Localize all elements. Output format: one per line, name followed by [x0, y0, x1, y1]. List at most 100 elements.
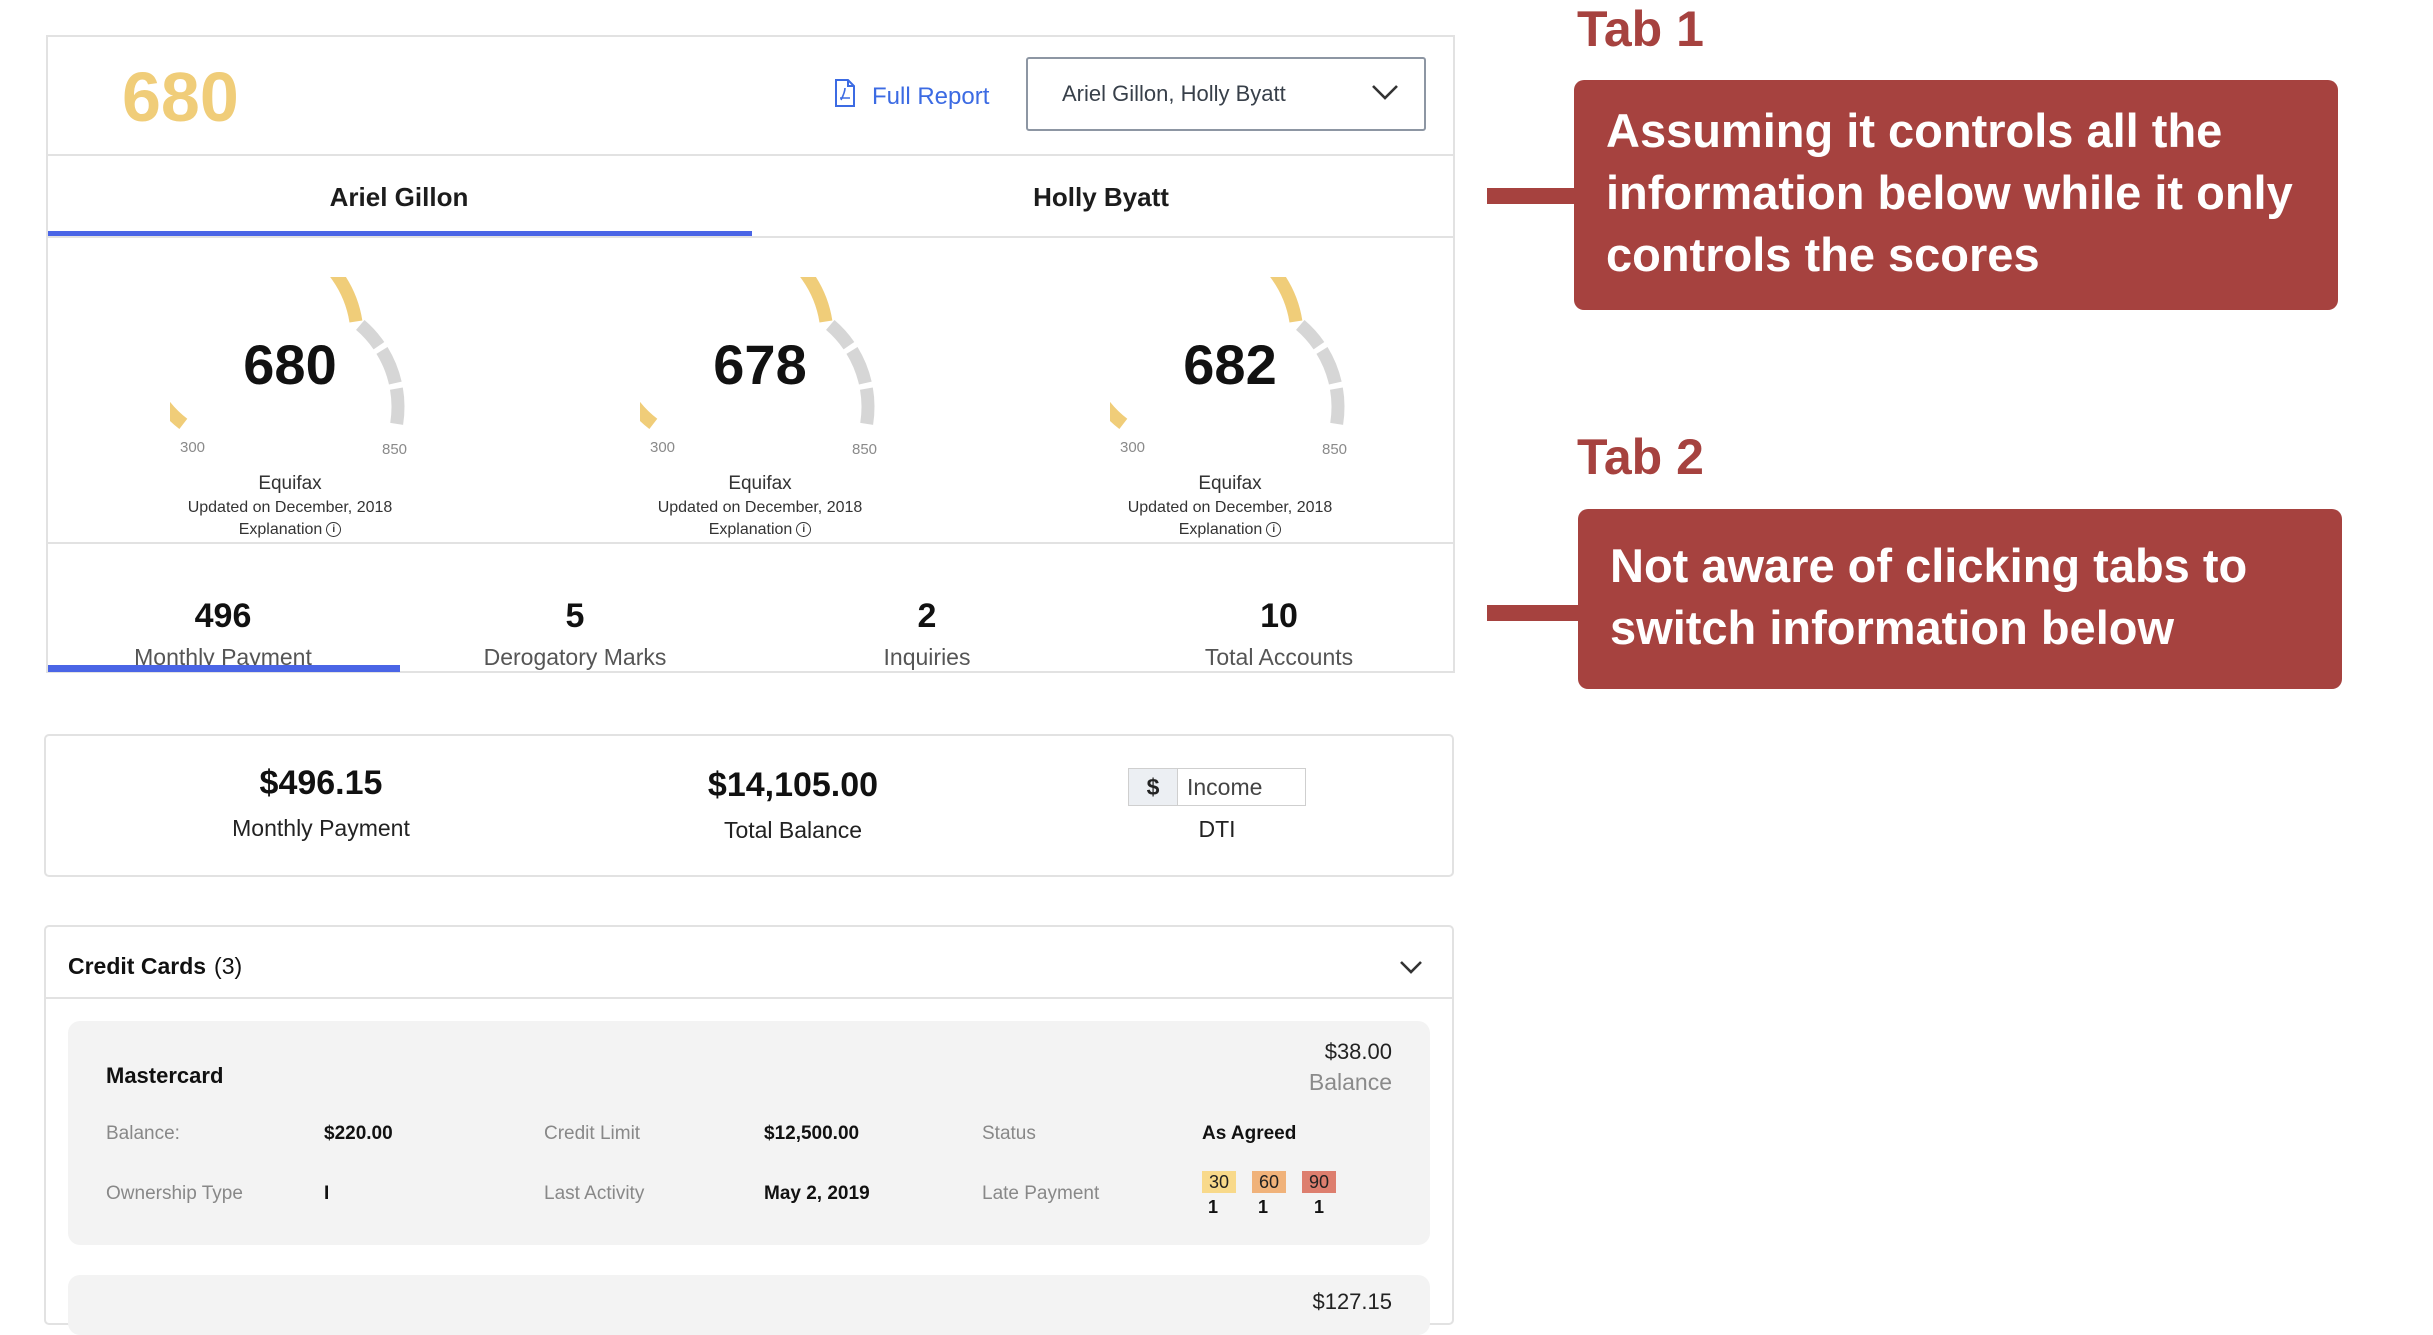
account-balance-value: $38.00 [1324, 1039, 1392, 1064]
overall-score: 680 [122, 58, 239, 136]
tab-holly-byatt[interactable]: Holly Byatt [750, 157, 1452, 237]
field-label: Last Activity [544, 1183, 645, 1204]
stat-value: 2 [917, 597, 937, 635]
late-badge-60: 60 [1252, 1171, 1286, 1193]
divider [48, 154, 1453, 156]
active-stat-indicator [48, 665, 400, 672]
income-field[interactable]: $ Income [1128, 768, 1306, 806]
gauge-min: 300 [1120, 439, 1146, 456]
annotation-title: Tab 1 [1577, 1, 1704, 57]
credit-cards-header[interactable]: Credit Cards (3) [68, 953, 242, 980]
explanation-label: Explanation [1178, 521, 1263, 538]
applicant-select[interactable]: Ariel Gillon, Holly Byatt [1026, 57, 1426, 131]
late-count: 1 [1313, 1197, 1324, 1217]
annotation-box: Not aware of clicking tabs to switch inf… [1578, 509, 2342, 689]
field-value: $220.00 [324, 1123, 393, 1144]
info-icon: i [326, 522, 342, 538]
tab-ariel-gillon[interactable]: Ariel Gillon [48, 157, 750, 237]
summary-label: Monthly Payment [232, 815, 410, 841]
field-label: Late Payment [982, 1183, 1100, 1204]
summary-card: $496.15 Monthly Payment $14,105.00 Total… [44, 734, 1454, 877]
field-value: May 2, 2019 [764, 1183, 870, 1204]
gauge-max: 850 [382, 441, 408, 458]
stat-label: Derogatory Marks [483, 644, 667, 670]
explanation-label: Explanation [708, 521, 793, 538]
gauge-min: 300 [650, 439, 676, 456]
applicant-select-value: Ariel Gillon, Holly Byatt [1062, 81, 1286, 106]
divider [48, 236, 1453, 238]
account-balance-label: Balance [1308, 1069, 1392, 1095]
gauge-max: 850 [1322, 441, 1348, 458]
section-count: (3) [214, 953, 243, 979]
tab-label: Ariel Gillon [329, 181, 469, 212]
stat-tab-derogatory-marks[interactable]: 5 Derogatory Marks [400, 597, 750, 671]
dti-label: DTI [1198, 816, 1236, 842]
annotation-connector [1487, 605, 1579, 621]
gauge-bureau: Equifax [258, 473, 322, 494]
field-label: Ownership Type [106, 1183, 243, 1204]
annotation-box: Assuming it controls all the information… [1574, 80, 2338, 310]
explanation-label: Explanation [238, 521, 323, 538]
account-balance-value: $127.15 [1312, 1289, 1392, 1314]
score-card: 680 Full Report Ariel Gillon, Holly Byat… [46, 35, 1455, 673]
stat-label: Total Accounts [1204, 644, 1354, 670]
field-value: I [324, 1183, 330, 1204]
full-report-label: Full Report [872, 82, 990, 110]
gauge-min: 300 [180, 439, 206, 456]
gauge-max: 850 [852, 441, 878, 458]
credit-cards-section: Credit Cards (3) Mastercard $38.00 Balanc… [44, 925, 1454, 1335]
annotation-title: Tab 2 [1577, 429, 1704, 485]
score-gauge-3: 682 300 850 Equifax Updated on December,… [1110, 277, 1410, 557]
field-label: Credit Limit [544, 1123, 641, 1144]
chevron-down-icon[interactable] [1398, 959, 1424, 975]
score-gauge-2: 678 300 850 Equifax Updated on December,… [640, 277, 940, 557]
tab-label: Holly Byatt [1033, 181, 1169, 212]
info-icon: i [1266, 522, 1282, 538]
pdf-file-icon [834, 79, 856, 114]
full-report-link[interactable]: Full Report [834, 79, 989, 114]
summary-label: Total Balance [723, 817, 863, 843]
late-count: 1 [1257, 1197, 1268, 1217]
summary-value: $496.15 [259, 764, 383, 802]
stat-value: 496 [194, 597, 252, 635]
annotation-connector [1487, 188, 1575, 204]
gauge-updated: Updated on December, 2018 [1127, 499, 1333, 516]
field-label: Balance: [106, 1123, 180, 1144]
gauge-score: 680 [243, 333, 337, 396]
divider [46, 997, 1452, 999]
summary-monthly-payment: $496.15 Monthly Payment [111, 764, 531, 842]
gauge-score: 678 [713, 333, 807, 396]
account-card[interactable]: Mastercard $38.00 Balance Balance: $220.… [68, 1021, 1430, 1245]
gauge-updated: Updated on December, 2018 [657, 499, 863, 516]
explanation-link[interactable]: Explanation i [140, 521, 440, 539]
stat-value: 10 [1260, 597, 1298, 635]
explanation-link[interactable]: Explanation i [1080, 521, 1380, 539]
gauge-bureau: Equifax [728, 473, 792, 494]
late-count: 1 [1207, 1197, 1218, 1217]
field-label: Status [982, 1123, 1036, 1144]
late-badge-30: 30 [1202, 1171, 1236, 1193]
stat-tab-inquiries[interactable]: 2 Inquiries [752, 597, 1102, 671]
dollar-icon: $ [1129, 769, 1178, 805]
gauge-updated: Updated on December, 2018 [187, 499, 393, 516]
account-card[interactable]: $127.15 [68, 1275, 1430, 1335]
account-name: Mastercard [106, 1063, 224, 1088]
late-badge-90: 90 [1302, 1171, 1336, 1193]
chevron-down-icon [1370, 81, 1400, 107]
gauge-bureau: Equifax [1198, 473, 1262, 494]
summary-total-balance: $14,105.00 Total Balance [583, 766, 1003, 844]
field-value: As Agreed [1202, 1123, 1297, 1144]
income-input[interactable]: Income [1178, 769, 1305, 805]
stat-tab-total-accounts[interactable]: 10 Total Accounts [1104, 597, 1454, 671]
section-title: Credit Cards [68, 953, 207, 979]
explanation-link[interactable]: Explanation i [610, 521, 910, 539]
summary-value: $14,105.00 [707, 766, 879, 804]
divider [48, 542, 1453, 544]
stat-value: 5 [565, 597, 585, 635]
field-value: $12,500.00 [764, 1123, 860, 1144]
stat-label: Inquiries [883, 644, 971, 670]
gauge-score: 682 [1183, 333, 1277, 396]
info-icon: i [796, 522, 812, 538]
stat-tab-monthly-payment[interactable]: 496 Monthly Payment [48, 597, 398, 671]
score-gauge-1: 680 300 850 Equifax Updated on December,… [170, 277, 470, 557]
